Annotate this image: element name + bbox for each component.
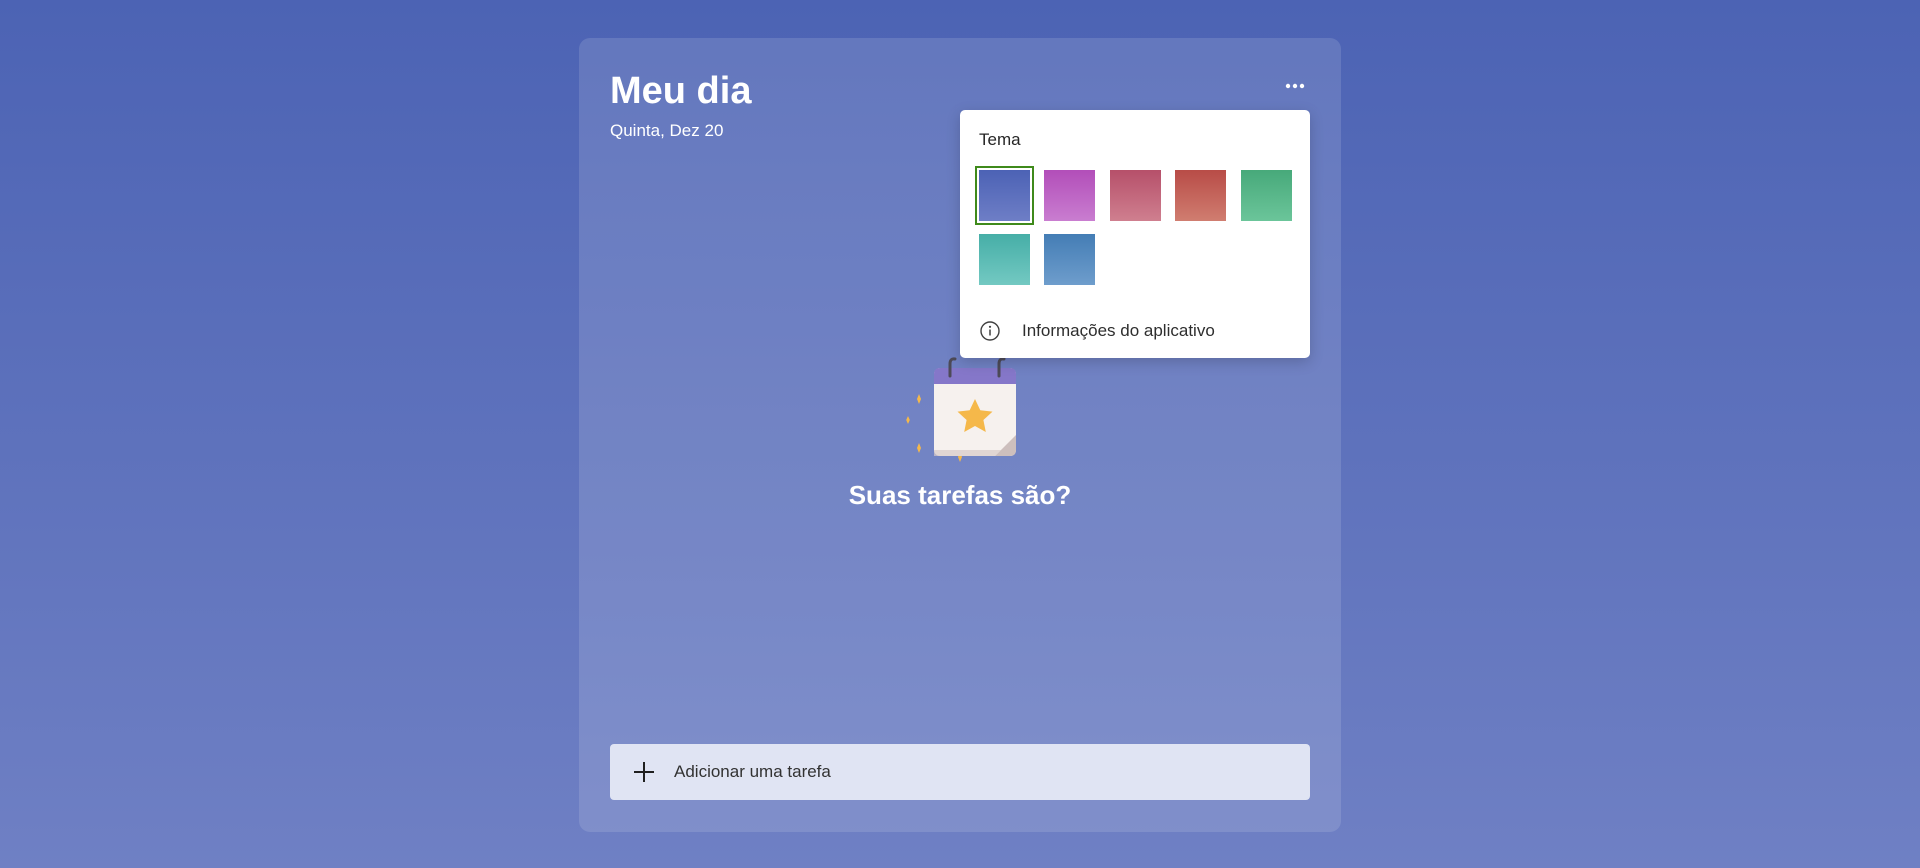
theme-swatch-3[interactable] (1110, 170, 1161, 221)
add-task-placeholder: Adicionar uma tarefa (674, 762, 831, 781)
theme-swatch-2[interactable] (1044, 170, 1095, 221)
app-info-menu-item[interactable]: Informações do aplicativo (979, 316, 1291, 346)
info-icon (980, 321, 1000, 341)
app-info-label: Informações do aplicativo (1022, 321, 1215, 340)
theme-swatch-4[interactable] (1175, 170, 1226, 221)
theme-menu: Tema Informações do aplicativo (960, 110, 1310, 358)
empty-state-heading: Suas tarefas são? (848, 480, 1072, 510)
theme-swatch-7[interactable] (1044, 234, 1095, 285)
theme-swatch-1[interactable] (975, 166, 1034, 225)
theme-swatch-6[interactable] (979, 234, 1030, 285)
theme-menu-title: Tema (979, 130, 1021, 149)
plus-icon (634, 762, 654, 782)
more-horizontal-icon (1285, 83, 1305, 89)
page-title: Meu dia (610, 70, 752, 112)
more-options-button[interactable] (1280, 73, 1310, 99)
calendar-star-illustration (895, 356, 1025, 468)
page-date: Quinta, Dez 20 (610, 121, 724, 140)
add-task-input[interactable]: Adicionar uma tarefa (610, 744, 1310, 800)
theme-swatch-5[interactable] (1241, 170, 1292, 221)
